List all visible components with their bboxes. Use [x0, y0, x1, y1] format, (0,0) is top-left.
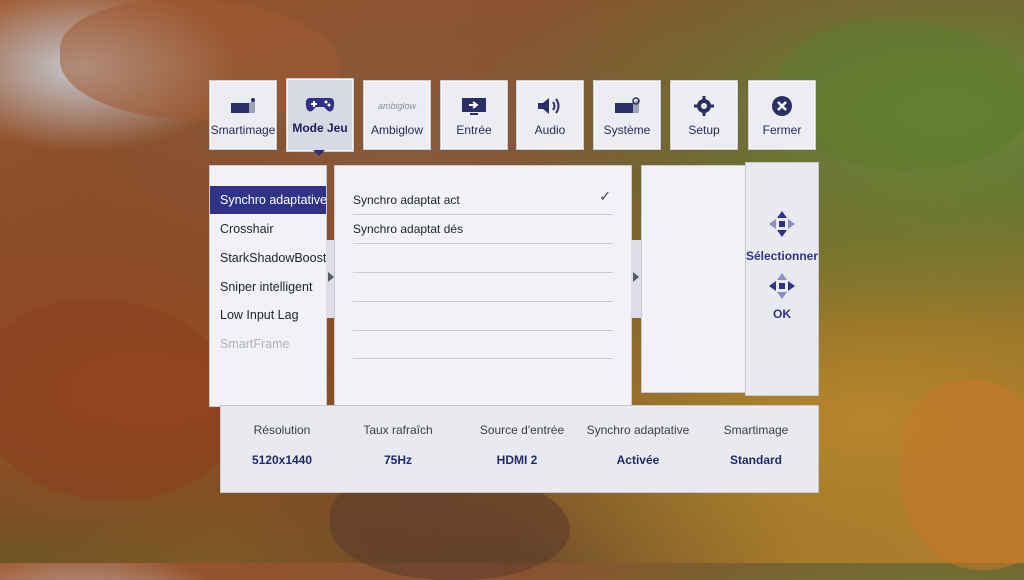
tab-label: Setup — [688, 123, 720, 137]
active-tab-indicator — [313, 150, 325, 156]
tab-label: Ambiglow — [370, 123, 424, 137]
chevron-right-icon — [633, 272, 639, 282]
ok-hint-label: OK — [773, 307, 791, 321]
smartimage-icon — [210, 95, 276, 117]
option-empty — [353, 330, 613, 359]
tab-ambiglow[interactable]: ambiglow Ambiglow — [363, 80, 431, 150]
sub-options-panel — [641, 165, 750, 393]
tab-label: Fermer — [762, 123, 802, 137]
info-value-refresh: 75Hz — [383, 453, 412, 467]
option-empty — [353, 273, 613, 302]
select-hint-label: Sélectionner — [746, 249, 819, 263]
tab-entree[interactable]: Entrée — [440, 80, 508, 150]
tab-label: Smartimage — [210, 123, 276, 137]
option-label: Synchro adaptat dés — [353, 222, 464, 236]
tab-setup[interactable]: Setup — [670, 80, 738, 150]
synchro-options-panel: Synchro adaptat act ✓ Synchro adaptat dé… — [334, 165, 632, 407]
option-label: Synchro adaptat act — [353, 193, 460, 207]
tab-label: Mode Jeu — [292, 121, 348, 135]
gamepad-icon — [287, 93, 353, 115]
menu-item-synchro-adaptative[interactable]: Synchro adaptative — [210, 186, 327, 214]
menu-item-smartframe: SmartFrame — [220, 337, 290, 351]
menu-item-low-input-lag[interactable]: Low Input Lag — [210, 301, 326, 329]
tab-systeme[interactable]: Système — [593, 80, 661, 150]
info-value-input-source: HDMI 2 — [496, 453, 538, 467]
option-synchro-des[interactable]: Synchro adaptat dés — [353, 215, 613, 244]
status-info-bar: Résolution 5120x1440 Taux rafraîch 75Hz … — [220, 405, 819, 493]
tab-mode-jeu[interactable]: Mode Jeu — [286, 78, 354, 152]
option-empty — [353, 302, 613, 331]
tab-label: Entrée — [456, 123, 492, 137]
checkmark-icon: ✓ — [599, 188, 611, 204]
input-icon — [441, 95, 507, 117]
tab-label: Audio — [534, 123, 566, 137]
close-icon — [749, 95, 815, 117]
menu-item-crosshair[interactable]: Crosshair — [210, 215, 326, 243]
system-icon — [594, 95, 660, 117]
option-synchro-act[interactable]: Synchro adaptat act — [353, 186, 613, 215]
info-header-input-source: Source d'entrée — [479, 423, 565, 437]
ambiglow-logo: ambiglow — [377, 101, 417, 111]
option-empty — [353, 244, 613, 273]
tab-audio[interactable]: Audio — [516, 80, 584, 150]
menu-item-sniper-intelligent[interactable]: Sniper intelligent — [210, 273, 326, 301]
ambiglow-icon: ambiglow — [364, 95, 430, 117]
navigation-hints: Sélectionner OK — [745, 162, 819, 396]
info-value-smartimage: Standard — [729, 453, 782, 467]
gear-icon — [671, 95, 737, 117]
dpad-icon — [769, 273, 795, 299]
info-header-smartimage: Smartimage — [723, 423, 789, 437]
info-header-refresh: Taux rafraîch — [363, 423, 433, 437]
tab-label: Système — [603, 123, 651, 137]
tab-smartimage[interactable]: Smartimage — [209, 80, 277, 150]
menu-item-starkshadowboost[interactable]: StarkShadowBoost — [210, 244, 326, 272]
info-header-resolution: Résolution — [253, 423, 311, 437]
dpad-icon — [769, 211, 795, 237]
speaker-icon — [517, 95, 583, 117]
game-mode-menu: Synchro adaptative Crosshair StarkShadow… — [209, 165, 327, 407]
info-header-adaptive-sync: Synchro adaptative — [586, 423, 690, 437]
tab-fermer[interactable]: Fermer — [748, 80, 816, 150]
info-value-adaptive-sync: Activée — [616, 453, 660, 467]
info-value-resolution: 5120x1440 — [251, 453, 313, 467]
